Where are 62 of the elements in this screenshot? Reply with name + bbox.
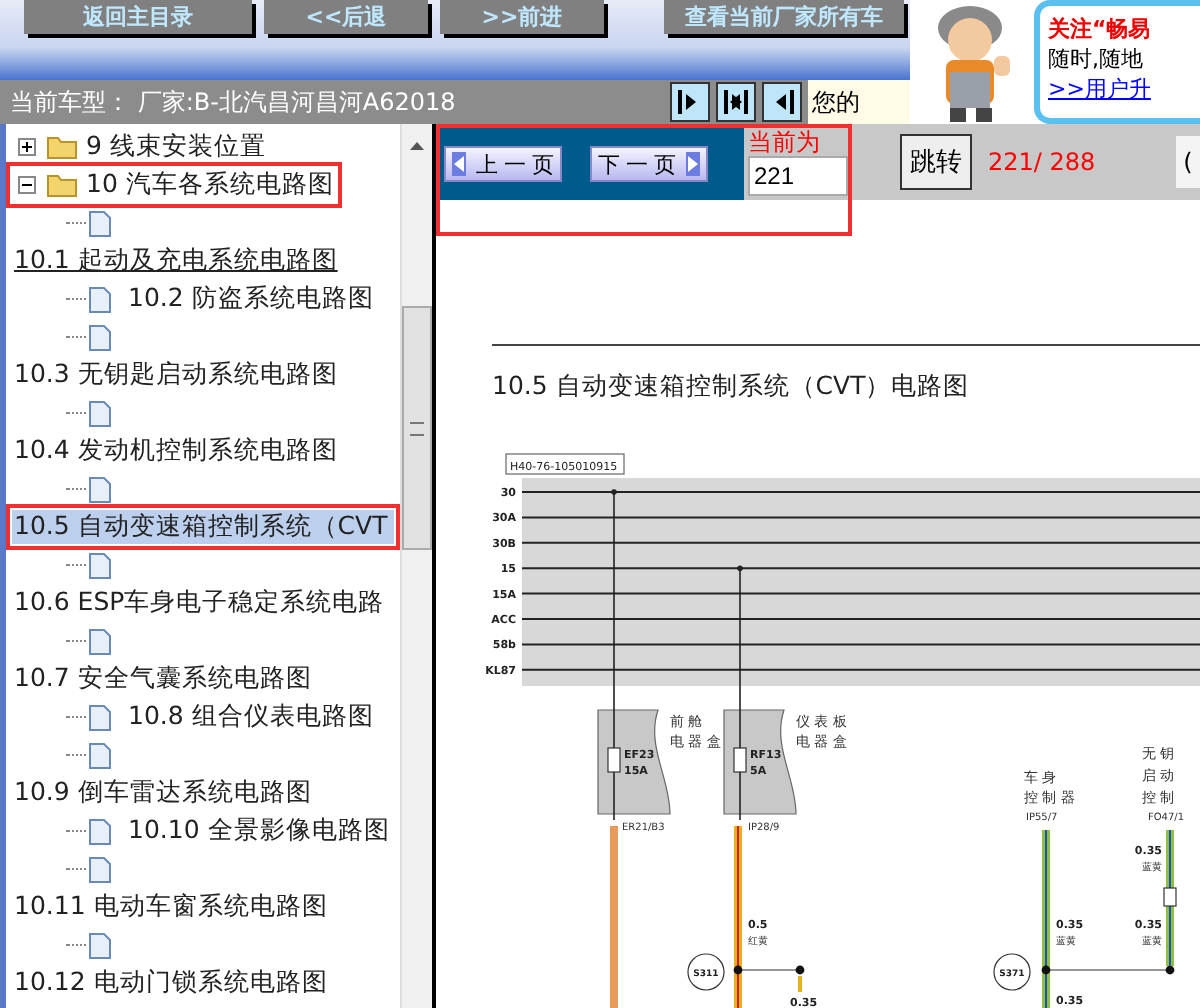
page-icon[interactable] bbox=[88, 741, 112, 769]
ad-headline: 关注“畅易 bbox=[1048, 14, 1153, 44]
splice-circle bbox=[687, 953, 725, 991]
diagram-code-frame bbox=[505, 453, 625, 475]
splice-circle bbox=[993, 953, 1031, 991]
car-model-label: 当前车型： 厂家:B-北汽昌河昌河A62018 bbox=[10, 85, 458, 119]
scroll-thumb[interactable] bbox=[402, 306, 432, 550]
tree-item[interactable]: 10.8 组合仪表电路图 bbox=[128, 700, 374, 734]
tree-item[interactable]: 10.5 自动变速箱控制系统（CVT bbox=[12, 510, 394, 544]
scrollbar[interactable] bbox=[400, 124, 432, 1008]
tree-item[interactable]: 10.7 安全气囊系统电路图 bbox=[12, 662, 314, 696]
page-number-field[interactable]: 221 bbox=[748, 156, 848, 196]
right-arrow-icon bbox=[686, 152, 701, 176]
fuse-icon bbox=[607, 747, 621, 773]
panel-arrow-icon bbox=[722, 88, 750, 116]
tree-item[interactable]: 10.2 防盗系统电路图 bbox=[128, 282, 374, 316]
jump-button[interactable]: 跳转 bbox=[900, 134, 972, 190]
folder-icon bbox=[46, 172, 78, 198]
fuse-icon bbox=[1163, 887, 1177, 907]
page-icon[interactable] bbox=[88, 551, 112, 579]
left-arrow-icon bbox=[452, 152, 466, 176]
toolbar-button[interactable]: ( bbox=[1175, 136, 1200, 188]
expander-icon[interactable] bbox=[18, 138, 36, 156]
page-icon[interactable] bbox=[88, 855, 112, 883]
tree-item[interactable]: 10.1 起动及充电系统电路图 bbox=[12, 244, 340, 278]
page-icon[interactable] bbox=[88, 399, 112, 427]
fuse-box-shape bbox=[597, 709, 671, 815]
tree-item[interactable]: 10.6 ESP车身电子稳定系统电路 bbox=[12, 586, 387, 620]
tree-item[interactable]: 10.10 全景影像电路图 bbox=[128, 814, 390, 848]
previous-page-button[interactable]: 上 一 页 bbox=[444, 146, 563, 182]
tree-folder[interactable]: 10 汽车各系统电路图 bbox=[86, 168, 334, 202]
tree-item[interactable]: 10.12 电动门锁系统电路图 bbox=[12, 966, 330, 1000]
folder-icon bbox=[46, 134, 78, 160]
fuse-icon bbox=[733, 747, 747, 773]
next-page-button[interactable]: 下 一 页 bbox=[590, 146, 709, 182]
fuse-box-shape bbox=[723, 709, 797, 815]
junction-dot bbox=[737, 565, 743, 571]
page-icon[interactable] bbox=[88, 931, 112, 959]
page-icon[interactable] bbox=[88, 285, 112, 313]
page-icon[interactable] bbox=[88, 817, 112, 845]
expander-icon[interactable] bbox=[18, 176, 36, 194]
panel-toggle-button[interactable] bbox=[762, 82, 802, 122]
tree-item[interactable]: 10.9 倒车雷达系统电路图 bbox=[12, 776, 314, 810]
notice-text: 您的 bbox=[808, 80, 910, 124]
page-icon[interactable] bbox=[88, 627, 112, 655]
page-icon[interactable] bbox=[88, 703, 112, 731]
tree-folder[interactable]: 9 线束安装位置 bbox=[86, 130, 266, 164]
page-count: 221/ 288 bbox=[988, 148, 1096, 176]
section-title: 10.5 自动变速箱控制系统（CVT）电路图 bbox=[492, 370, 972, 404]
tree-item[interactable]: 10.11 电动车窗系统电路图 bbox=[12, 890, 330, 924]
page-icon[interactable] bbox=[88, 475, 112, 503]
scroll-up-icon[interactable] bbox=[410, 142, 424, 150]
junction-dot bbox=[611, 489, 617, 495]
panel-toggle-button[interactable] bbox=[716, 82, 756, 122]
ad-text: 随时,随地 bbox=[1048, 44, 1145, 74]
tree-item[interactable]: 10.3 无钥匙启动系统电路图 bbox=[12, 358, 340, 392]
page-icon[interactable] bbox=[88, 209, 112, 237]
current-page-label: 当前为 bbox=[748, 128, 822, 156]
upgrade-link[interactable]: >>用户升 bbox=[1048, 74, 1200, 104]
tree-item[interactable]: 10.4 发动机控制系统电路图 bbox=[12, 434, 340, 468]
page-icon[interactable] bbox=[88, 323, 112, 351]
panel-toggle-button[interactable] bbox=[670, 82, 710, 122]
